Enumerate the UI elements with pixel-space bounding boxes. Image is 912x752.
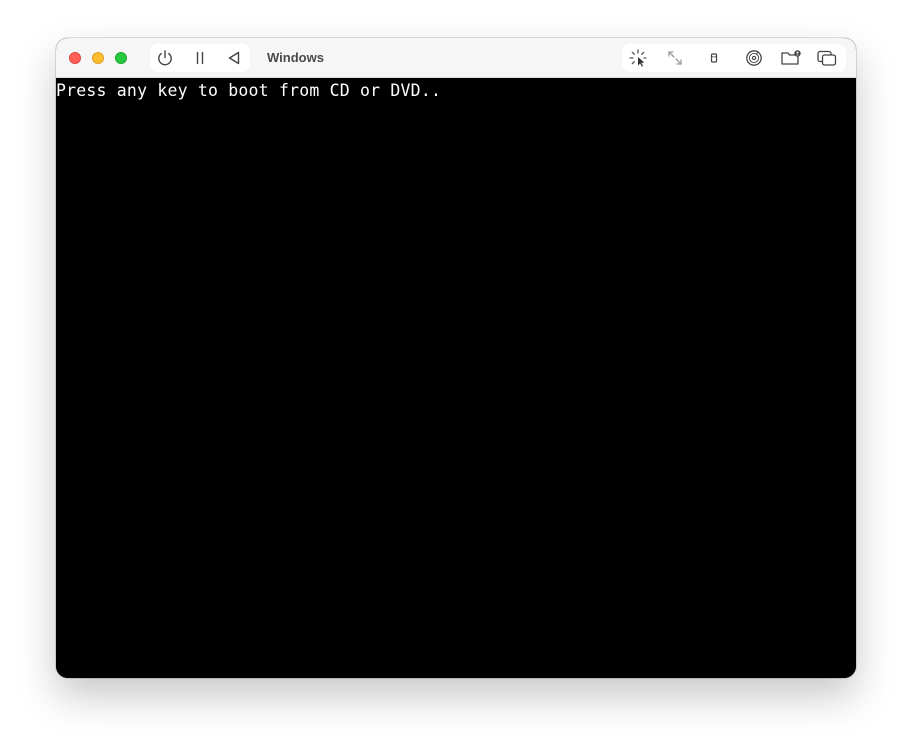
vm-devices-group (622, 44, 846, 72)
usb-icon (707, 51, 721, 65)
shared-folder-button[interactable] (779, 46, 803, 70)
zoom-button[interactable] (115, 52, 127, 64)
resize-button[interactable] (663, 46, 687, 70)
pause-button[interactable] (188, 46, 212, 70)
back-triangle-icon (226, 50, 242, 66)
windows-stack-icon (816, 49, 838, 67)
vm-window: Windows Press any key to boot from CD or… (56, 38, 856, 678)
capture-cursor-button[interactable] (626, 46, 650, 70)
back-button[interactable] (222, 46, 246, 70)
vm-display[interactable]: Press any key to boot from CD or DVD.. (56, 78, 856, 678)
boot-prompt-text: Press any key to boot from CD or DVD.. (56, 81, 442, 100)
title-bar[interactable]: Windows (56, 38, 856, 78)
cd-dvd-icon (745, 49, 763, 67)
pause-icon (192, 50, 208, 66)
resize-arrows-icon (666, 49, 684, 67)
window-title: Windows (267, 50, 324, 65)
capture-cursor-icon (628, 48, 648, 68)
power-button[interactable] (153, 46, 177, 70)
windows-button[interactable] (815, 46, 839, 70)
minimize-button[interactable] (92, 52, 104, 64)
close-button[interactable] (69, 52, 81, 64)
shared-folder-icon (780, 49, 802, 67)
usb-button[interactable] (702, 46, 726, 70)
cd-dvd-button[interactable] (742, 46, 766, 70)
power-icon (156, 49, 174, 67)
